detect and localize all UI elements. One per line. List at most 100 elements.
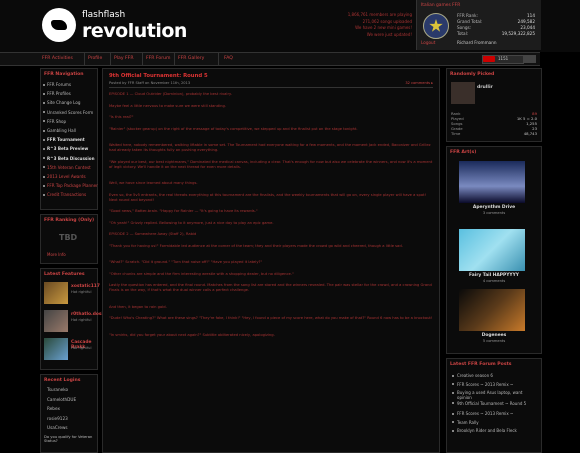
sidebar-item[interactable]: R^3 Beta Discussion — [47, 156, 94, 161]
sidebar-item[interactable]: FFR Shop — [47, 119, 66, 124]
bullet-icon — [43, 166, 45, 169]
user-box-title[interactable]: Italian games FFR — [421, 3, 460, 8]
bullet-icon — [452, 429, 454, 432]
featured-title: Latest Features — [44, 272, 85, 277]
post-paragraph: "We played our best, our best nightmares… — [109, 159, 433, 169]
art-thumbnail[interactable] — [459, 161, 525, 203]
news-line: We were just updated! — [366, 31, 412, 37]
nav-activities[interactable]: FFR Activities — [42, 56, 73, 61]
logins-panel: Recent Logins Tsuraneko CamelothDUE Rebex r… — [40, 374, 98, 453]
post-paragraph: "Oh yeah!" Grizzly replied. Bellowing to… — [109, 220, 274, 225]
forum-post-link[interactable]: 9th Official Tournament ~ Round 5 — [457, 401, 537, 406]
search-button[interactable] — [524, 55, 536, 63]
sidebar-item[interactable]: R^3 Beta Preview — [47, 146, 88, 151]
sidebar-item[interactable]: Gambling Hall — [47, 128, 76, 133]
post-paragraph: "What?" Scratch. "Did it ground." "Turn … — [109, 260, 263, 264]
post-paragraph: Waited here, nobody remembered, walking … — [109, 143, 431, 152]
post-paragraph: "Good news," Batter-brain. "Happy for Ra… — [109, 209, 258, 213]
featured-avatar[interactable] — [44, 310, 68, 332]
bullet-icon — [43, 111, 45, 114]
post-paragraph: "Thank you for having us!" Formidable le… — [109, 243, 403, 248]
nav-faq[interactable]: FAQ — [224, 56, 233, 61]
sidebar-item[interactable]: Site Change Log — [47, 100, 80, 105]
sidebar-item[interactable]: 15th Veteran Contest — [47, 165, 91, 170]
bullet-icon — [452, 374, 454, 377]
ranked-link[interactable]: More Info — [47, 252, 66, 257]
art-thumbnail[interactable] — [459, 229, 525, 271]
left-nav-title: FFR Navigation — [44, 72, 84, 77]
post-paragraph: "Dude! Who's Cheating?" What are these s… — [109, 316, 433, 320]
forum-post-link[interactable]: FFR Scores ~ 2013 Remix ~ — [457, 382, 537, 387]
bullet-icon — [43, 184, 45, 187]
forum-post-link[interactable]: FFR Scores ~ 2013 Remix ~ — [457, 411, 537, 416]
bullet-icon — [452, 402, 454, 404]
nav-gallery[interactable]: FFR Gallery — [178, 56, 204, 61]
nav-divider — [84, 53, 85, 65]
bullet-icon — [43, 92, 45, 95]
random-player-panel: Randomly Picked drullir Rank 89 Played 1K … — [446, 68, 542, 142]
player-avatar[interactable] — [451, 82, 475, 104]
featured-sub: Hot rightful — [71, 290, 92, 294]
featured-avatar[interactable] — [44, 338, 68, 360]
post-paragraph: "Other chunks are simple and the firm in… — [109, 271, 294, 276]
login-item[interactable]: Rebex — [47, 406, 60, 411]
forum-post-link[interactable]: Team Rally — [457, 420, 537, 425]
bullet-icon — [43, 175, 45, 178]
site-header: flashflash revolution 1,866,761 members … — [0, 0, 580, 52]
sidebar-item[interactable]: FFR Profiles — [47, 91, 71, 96]
forum-post-link[interactable]: Brooklyn Rider and Bela Fleck — [457, 428, 537, 433]
bullet-icon — [452, 391, 454, 394]
login-item[interactable]: Tsuraneko — [47, 387, 68, 392]
user-name[interactable]: Richard Frommann — [457, 40, 497, 45]
post-comments-link[interactable]: 32 comments ▸ — [405, 81, 433, 85]
sidebar-item[interactable]: 2013 Level Awards — [47, 174, 86, 179]
forum-post-link[interactable]: Buying a used Asus laptop, want opinion — [457, 390, 537, 400]
nav-divider — [174, 53, 175, 65]
art-comments: 5 comments — [482, 339, 506, 343]
login-item[interactable]: rosie9123 — [47, 416, 68, 421]
sidebar-item[interactable]: FFR Tournament — [47, 137, 85, 142]
sidebar-item[interactable]: FFR Forums — [47, 82, 71, 87]
art-caption[interactable]: Aperynthm Drive — [447, 205, 541, 210]
login-item[interactable]: Do you qualify for Veteran Status? — [44, 435, 97, 443]
ranked-value: TBD — [59, 233, 78, 242]
logout-link[interactable]: Logout — [421, 40, 435, 45]
post-paragraph: "Rainier" (stocker gearup) on the right … — [109, 126, 358, 131]
player-name[interactable]: drullir — [477, 85, 493, 90]
art-comments: 3 comments — [482, 211, 506, 215]
nav-profile[interactable]: Profile — [88, 56, 102, 61]
featured-panel: Latest Features xostatic117 Hot rightful… — [40, 268, 115, 370]
divider — [109, 87, 433, 88]
post-paragraph: "In smirks, did you forget your about ne… — [109, 332, 275, 337]
art-thumbnail[interactable] — [459, 289, 525, 331]
main-article: 9th Official Tournament: Round 5 Posted … — [102, 68, 440, 453]
post-paragraph: Maybe feel a little nervous to make sure… — [109, 103, 226, 108]
bullet-icon — [452, 383, 454, 385]
featured-avatar[interactable] — [44, 282, 68, 304]
site-logo[interactable]: flashflash revolution — [42, 8, 192, 44]
sidebar-item[interactable]: Credit Transactions — [47, 192, 86, 197]
art-caption[interactable]: Fairy Tail HAPPYYYY — [447, 273, 541, 278]
forum-title: Latest FFR Forum Posts — [450, 362, 512, 367]
bullet-icon — [43, 120, 45, 123]
forum-post-link[interactable]: Creative season 6 — [457, 373, 537, 378]
player-stat: Time 48,743 — [451, 131, 537, 136]
sidebar-item[interactable]: FFR Top Package Planner — [47, 183, 98, 188]
art-caption[interactable]: Dogenees — [447, 333, 541, 338]
login-item[interactable]: CamelothDUE — [47, 397, 76, 402]
post-title[interactable]: 9th Official Tournament: Round 5 — [109, 73, 208, 79]
nav-forum[interactable]: FFR Forum — [146, 56, 171, 61]
art-title: FFR Art(s) — [450, 150, 477, 155]
left-nav-panel: FFR Navigation FFR Forums FFR Profiles Sit… — [40, 68, 98, 210]
login-item[interactable]: UsaCrews — [47, 425, 68, 430]
sidebar-item[interactable]: Unranked Scores Form — [47, 110, 93, 115]
post-meta: Posted by FFR Staff on November 11th, 20… — [109, 81, 191, 85]
nav-divider — [110, 53, 111, 65]
search-count: 1151 — [498, 55, 509, 61]
youtube-icon[interactable] — [483, 55, 495, 62]
main-navbar: FFR Activities Profile Play FFR FFR Foru… — [0, 52, 540, 66]
nav-play[interactable]: Play FFR — [114, 56, 134, 61]
featured-name[interactable]: xostatic117 — [71, 284, 100, 289]
post-paragraph: Well, we have since learned about many t… — [109, 181, 198, 185]
user-badge-icon — [423, 13, 449, 39]
